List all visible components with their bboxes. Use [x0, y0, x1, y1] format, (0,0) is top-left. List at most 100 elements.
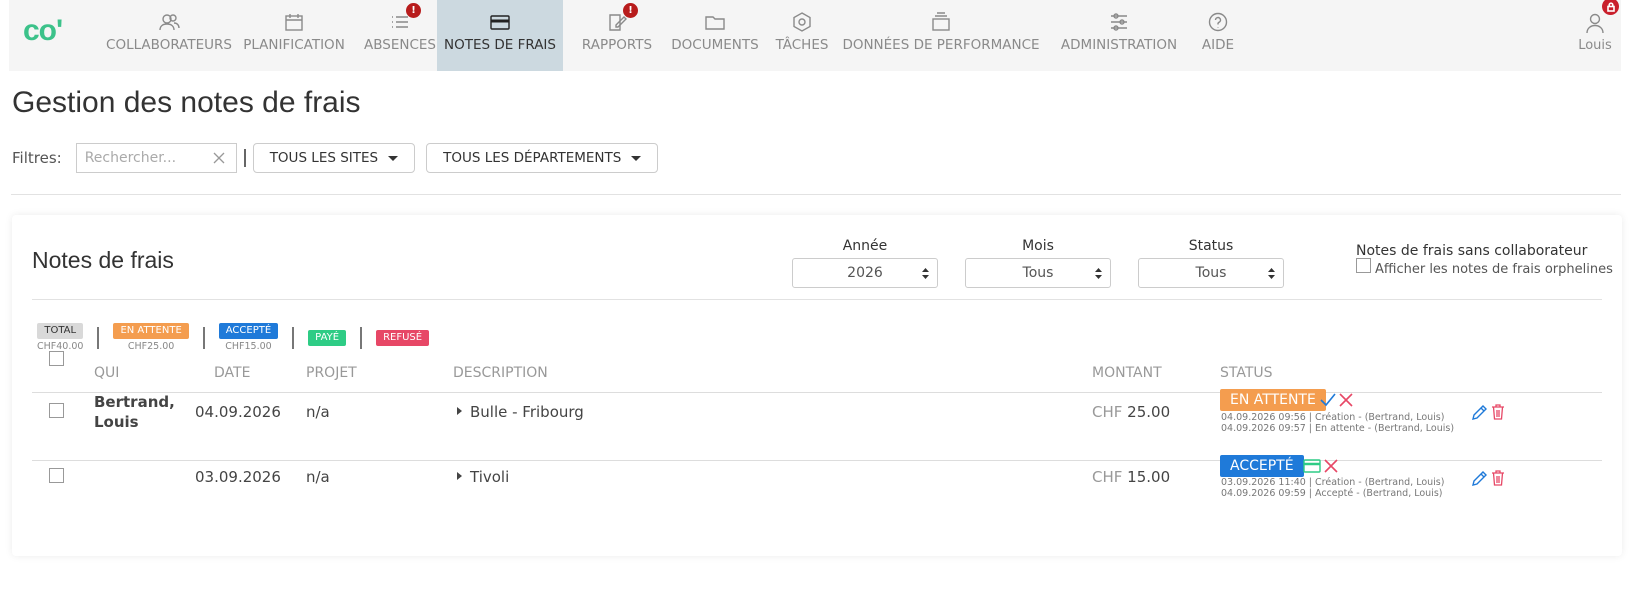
departments-dropdown-label: TOUS LES DÉPARTEMENTS: [443, 150, 622, 166]
app-logo[interactable]: co': [23, 14, 63, 48]
row-currency: CHF: [1092, 403, 1123, 421]
orphan-checkbox[interactable]: [1356, 258, 1371, 273]
filters-label: Filtres:: [12, 149, 62, 167]
departments-dropdown[interactable]: TOUS LES DÉPARTEMENTS: [426, 143, 659, 173]
legend-total[interactable]: TOTAL CHF40.00: [37, 323, 83, 352]
divider: [32, 460, 1602, 461]
legend-badge: ACCEPTÉ: [218, 323, 279, 339]
alert-badge: !: [623, 3, 638, 18]
row-projet: n/a: [306, 403, 330, 421]
expand-triangle-icon: [457, 472, 462, 480]
caret-down-icon: [631, 155, 642, 161]
legend-accepte[interactable]: ACCEPTÉ CHF15.00: [218, 323, 279, 352]
nav-item-aide[interactable]: AIDE: [1192, 0, 1244, 71]
sites-dropdown[interactable]: TOUS LES SITES: [252, 143, 416, 173]
nav-item-absences[interactable]: ! ABSENCES: [351, 0, 449, 71]
row-date: 04.09.2026: [195, 403, 281, 421]
nav-label: AIDE: [1201, 37, 1235, 53]
users-icon: [158, 12, 180, 32]
select-all-checkbox[interactable]: [49, 351, 64, 366]
edit-pencil-icon[interactable]: [1470, 404, 1488, 422]
row-description[interactable]: Bulle - Fribourg: [457, 403, 584, 421]
row-date: 03.09.2026: [195, 468, 281, 486]
divider: [243, 149, 246, 167]
edit-pencil-icon[interactable]: [1470, 470, 1488, 488]
legend-badge: PAYÉ: [308, 330, 347, 346]
nav-item-collaborateurs[interactable]: COLLABORATEURS: [97, 0, 241, 71]
filters-bar: Filtres: TOUS LES SITES TOUS LES DÉPARTE…: [12, 143, 669, 173]
month-select[interactable]: Tous: [965, 258, 1111, 288]
status-value: Tous: [1195, 265, 1227, 281]
delete-trash-icon[interactable]: [1489, 469, 1507, 487]
nav-item-donnees-de-performance[interactable]: DONNÉES DE PERFORMANCE: [841, 0, 1041, 71]
lock-icon: [1602, 0, 1619, 15]
nav-item-rapports[interactable]: ! RAPPORTS: [563, 0, 671, 71]
legend-refuse[interactable]: REFUSÉ: [376, 323, 430, 346]
column-header-status[interactable]: STATUS: [1220, 365, 1273, 381]
reject-x-icon[interactable]: [1322, 457, 1340, 475]
month-label: Mois: [1022, 238, 1054, 254]
approve-check-icon[interactable]: [1319, 391, 1337, 409]
reject-x-icon[interactable]: [1337, 391, 1355, 409]
nav-label: ADMINISTRATION: [1060, 37, 1178, 53]
legend-paye[interactable]: PAYÉ: [308, 323, 347, 346]
legend-amount: CHF15.00: [225, 341, 272, 352]
sites-dropdown-label: TOUS LES SITES: [269, 150, 379, 166]
caret-down-icon: [388, 155, 399, 161]
column-header-date[interactable]: DATE: [214, 365, 250, 381]
search-input[interactable]: [76, 150, 207, 166]
history-line: 04.09.2026 09:57 | En attente - (Bertran…: [1221, 423, 1455, 434]
top-navigation: co' COLLABORATEURS PLANIFICATION ! ABSEN…: [9, 0, 1621, 71]
year-select[interactable]: 2026: [792, 258, 938, 288]
nav-label: RAPPORTS: [581, 37, 653, 53]
page-title: Gestion des notes de frais: [12, 86, 361, 119]
pay-card-icon[interactable]: [1303, 457, 1321, 475]
nav-item-documents[interactable]: DOCUMENTS: [660, 0, 770, 71]
status-select[interactable]: Tous: [1138, 258, 1284, 288]
nav-item-notes-de-frais[interactable]: NOTES DE FRAIS: [437, 0, 563, 71]
alert-badge: !: [406, 3, 421, 18]
row-amount-value: 15.00: [1127, 468, 1171, 486]
row-checkbox[interactable]: [49, 403, 64, 418]
month-value: Tous: [1022, 265, 1054, 281]
history-line: 04.09.2026 09:59 | Accepté - (Bertrand, …: [1221, 488, 1443, 499]
expand-triangle-icon: [457, 407, 462, 415]
legend-badge: EN ATTENTE: [113, 323, 189, 339]
column-header-qui[interactable]: QUI: [94, 365, 119, 381]
row-amount-value: 25.00: [1127, 403, 1171, 421]
nav-item-taches[interactable]: TÂCHES: [767, 0, 837, 71]
column-header-description[interactable]: DESCRIPTION: [453, 365, 548, 381]
row-checkbox[interactable]: [49, 468, 64, 483]
row-description-text: Bulle - Fribourg: [470, 403, 584, 421]
user-menu[interactable]: Louis: [1569, 0, 1621, 71]
column-header-montant[interactable]: MONTANT: [1092, 365, 1162, 381]
nav-item-planification[interactable]: PLANIFICATION: [230, 0, 358, 71]
divider: [360, 327, 363, 349]
divider: [11, 194, 1621, 195]
nav-label: TÂCHES: [775, 37, 829, 53]
row-projet: n/a: [306, 468, 330, 486]
clear-search-icon[interactable]: [212, 151, 226, 165]
legend-en-attente[interactable]: EN ATTENTE CHF25.00: [113, 323, 189, 352]
row-description-text: Tivoli: [470, 468, 510, 486]
legend-amount: CHF25.00: [127, 341, 175, 352]
legend-badge: REFUSÉ: [376, 330, 430, 346]
column-header-projet[interactable]: PROJET: [306, 365, 357, 381]
select-arrows-icon: [1268, 268, 1275, 279]
nav-item-administration[interactable]: ADMINISTRATION: [1049, 0, 1189, 71]
divider: [202, 327, 205, 349]
nav-label: DOCUMENTS: [671, 37, 759, 53]
sliders-icon: [1108, 12, 1130, 32]
delete-trash-icon[interactable]: [1489, 403, 1507, 421]
status-label: Status: [1188, 238, 1234, 254]
user-icon: [1586, 13, 1604, 34]
year-filter: Année 2026: [792, 238, 938, 288]
row-qui: Louis: [94, 413, 139, 431]
row-description[interactable]: Tivoli: [457, 468, 509, 486]
nav-label: PLANIFICATION: [243, 37, 345, 53]
search-field: [75, 143, 237, 173]
nav-label: ABSENCES: [364, 37, 436, 53]
divider: [32, 299, 1602, 300]
status-badge: ACCEPTÉ: [1220, 455, 1304, 477]
status-legend: TOTAL CHF40.00 EN ATTENTE CHF25.00 ACCEP…: [37, 323, 430, 352]
